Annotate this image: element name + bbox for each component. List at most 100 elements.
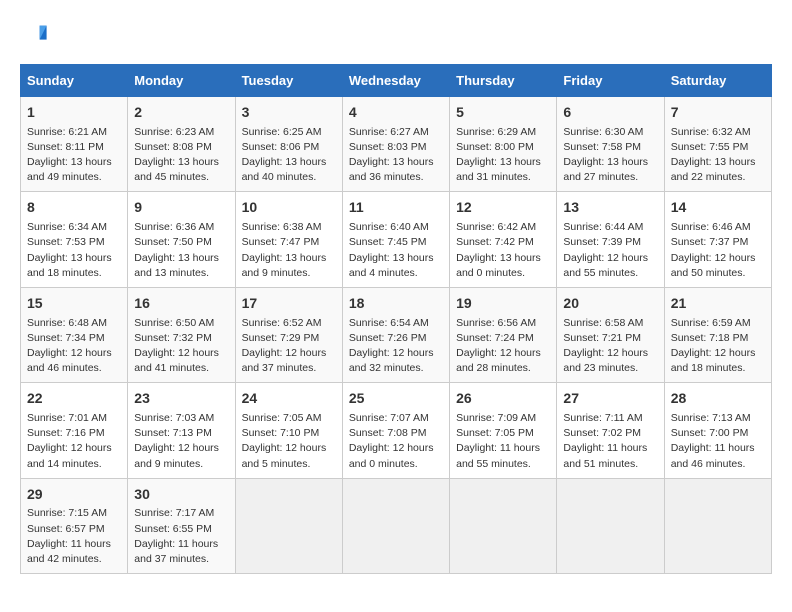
calendar-day-cell: 26Sunrise: 7:09 AM Sunset: 7:05 PM Dayli… [450, 383, 557, 478]
logo-icon [20, 20, 48, 48]
day-info: Sunrise: 7:07 AM Sunset: 7:08 PM Dayligh… [349, 411, 443, 472]
calendar-day-cell: 23Sunrise: 7:03 AM Sunset: 7:13 PM Dayli… [128, 383, 235, 478]
day-info: Sunrise: 6:48 AM Sunset: 7:34 PM Dayligh… [27, 316, 121, 377]
calendar-day-cell: 17Sunrise: 6:52 AM Sunset: 7:29 PM Dayli… [235, 287, 342, 382]
calendar-day-cell: 29Sunrise: 7:15 AM Sunset: 6:57 PM Dayli… [21, 478, 128, 573]
calendar-day-cell: 5Sunrise: 6:29 AM Sunset: 8:00 PM Daylig… [450, 97, 557, 192]
calendar-day-cell [235, 478, 342, 573]
calendar-day-cell: 25Sunrise: 7:07 AM Sunset: 7:08 PM Dayli… [342, 383, 449, 478]
day-number: 6 [563, 103, 657, 123]
day-info: Sunrise: 7:01 AM Sunset: 7:16 PM Dayligh… [27, 411, 121, 472]
day-number: 13 [563, 198, 657, 218]
calendar-day-cell [557, 478, 664, 573]
day-info: Sunrise: 7:15 AM Sunset: 6:57 PM Dayligh… [27, 506, 121, 567]
day-info: Sunrise: 6:23 AM Sunset: 8:08 PM Dayligh… [134, 125, 228, 186]
day-number: 17 [242, 294, 336, 314]
day-number: 22 [27, 389, 121, 409]
calendar-table: SundayMondayTuesdayWednesdayThursdayFrid… [20, 64, 772, 574]
day-header-thursday: Thursday [450, 65, 557, 97]
day-header-monday: Monday [128, 65, 235, 97]
calendar-week-row: 1Sunrise: 6:21 AM Sunset: 8:11 PM Daylig… [21, 97, 772, 192]
day-info: Sunrise: 6:21 AM Sunset: 8:11 PM Dayligh… [27, 125, 121, 186]
calendar-week-row: 22Sunrise: 7:01 AM Sunset: 7:16 PM Dayli… [21, 383, 772, 478]
calendar-day-cell [664, 478, 771, 573]
day-number: 7 [671, 103, 765, 123]
calendar-day-cell: 22Sunrise: 7:01 AM Sunset: 7:16 PM Dayli… [21, 383, 128, 478]
day-number: 4 [349, 103, 443, 123]
calendar-header-row: SundayMondayTuesdayWednesdayThursdayFrid… [21, 65, 772, 97]
day-info: Sunrise: 6:34 AM Sunset: 7:53 PM Dayligh… [27, 220, 121, 281]
day-number: 27 [563, 389, 657, 409]
day-number: 24 [242, 389, 336, 409]
day-info: Sunrise: 6:58 AM Sunset: 7:21 PM Dayligh… [563, 316, 657, 377]
day-number: 18 [349, 294, 443, 314]
day-number: 1 [27, 103, 121, 123]
calendar-day-cell: 12Sunrise: 6:42 AM Sunset: 7:42 PM Dayli… [450, 192, 557, 287]
calendar-day-cell [450, 478, 557, 573]
day-number: 28 [671, 389, 765, 409]
day-info: Sunrise: 6:30 AM Sunset: 7:58 PM Dayligh… [563, 125, 657, 186]
calendar-day-cell: 24Sunrise: 7:05 AM Sunset: 7:10 PM Dayli… [235, 383, 342, 478]
calendar-day-cell: 16Sunrise: 6:50 AM Sunset: 7:32 PM Dayli… [128, 287, 235, 382]
calendar-day-cell: 3Sunrise: 6:25 AM Sunset: 8:06 PM Daylig… [235, 97, 342, 192]
page-header [20, 20, 772, 48]
calendar-day-cell [342, 478, 449, 573]
day-number: 2 [134, 103, 228, 123]
day-number: 3 [242, 103, 336, 123]
day-header-tuesday: Tuesday [235, 65, 342, 97]
calendar-day-cell: 20Sunrise: 6:58 AM Sunset: 7:21 PM Dayli… [557, 287, 664, 382]
day-header-saturday: Saturday [664, 65, 771, 97]
calendar-day-cell: 2Sunrise: 6:23 AM Sunset: 8:08 PM Daylig… [128, 97, 235, 192]
day-info: Sunrise: 7:09 AM Sunset: 7:05 PM Dayligh… [456, 411, 550, 472]
day-number: 8 [27, 198, 121, 218]
calendar-day-cell: 30Sunrise: 7:17 AM Sunset: 6:55 PM Dayli… [128, 478, 235, 573]
day-number: 9 [134, 198, 228, 218]
day-info: Sunrise: 6:27 AM Sunset: 8:03 PM Dayligh… [349, 125, 443, 186]
day-info: Sunrise: 7:03 AM Sunset: 7:13 PM Dayligh… [134, 411, 228, 472]
calendar-day-cell: 8Sunrise: 6:34 AM Sunset: 7:53 PM Daylig… [21, 192, 128, 287]
day-number: 23 [134, 389, 228, 409]
calendar-day-cell: 21Sunrise: 6:59 AM Sunset: 7:18 PM Dayli… [664, 287, 771, 382]
day-header-wednesday: Wednesday [342, 65, 449, 97]
logo [20, 20, 52, 48]
day-info: Sunrise: 6:40 AM Sunset: 7:45 PM Dayligh… [349, 220, 443, 281]
day-number: 5 [456, 103, 550, 123]
day-number: 16 [134, 294, 228, 314]
day-header-sunday: Sunday [21, 65, 128, 97]
calendar-day-cell: 14Sunrise: 6:46 AM Sunset: 7:37 PM Dayli… [664, 192, 771, 287]
day-info: Sunrise: 6:44 AM Sunset: 7:39 PM Dayligh… [563, 220, 657, 281]
calendar-day-cell: 10Sunrise: 6:38 AM Sunset: 7:47 PM Dayli… [235, 192, 342, 287]
day-number: 20 [563, 294, 657, 314]
calendar-week-row: 8Sunrise: 6:34 AM Sunset: 7:53 PM Daylig… [21, 192, 772, 287]
day-number: 15 [27, 294, 121, 314]
day-number: 29 [27, 485, 121, 505]
calendar-day-cell: 1Sunrise: 6:21 AM Sunset: 8:11 PM Daylig… [21, 97, 128, 192]
day-info: Sunrise: 7:13 AM Sunset: 7:00 PM Dayligh… [671, 411, 765, 472]
day-number: 14 [671, 198, 765, 218]
day-info: Sunrise: 6:42 AM Sunset: 7:42 PM Dayligh… [456, 220, 550, 281]
day-header-friday: Friday [557, 65, 664, 97]
day-info: Sunrise: 6:29 AM Sunset: 8:00 PM Dayligh… [456, 125, 550, 186]
calendar-week-row: 29Sunrise: 7:15 AM Sunset: 6:57 PM Dayli… [21, 478, 772, 573]
day-info: Sunrise: 6:56 AM Sunset: 7:24 PM Dayligh… [456, 316, 550, 377]
calendar-week-row: 15Sunrise: 6:48 AM Sunset: 7:34 PM Dayli… [21, 287, 772, 382]
calendar-day-cell: 4Sunrise: 6:27 AM Sunset: 8:03 PM Daylig… [342, 97, 449, 192]
day-number: 30 [134, 485, 228, 505]
day-number: 26 [456, 389, 550, 409]
calendar-day-cell: 15Sunrise: 6:48 AM Sunset: 7:34 PM Dayli… [21, 287, 128, 382]
day-info: Sunrise: 7:05 AM Sunset: 7:10 PM Dayligh… [242, 411, 336, 472]
day-info: Sunrise: 6:38 AM Sunset: 7:47 PM Dayligh… [242, 220, 336, 281]
calendar-day-cell: 9Sunrise: 6:36 AM Sunset: 7:50 PM Daylig… [128, 192, 235, 287]
day-info: Sunrise: 7:11 AM Sunset: 7:02 PM Dayligh… [563, 411, 657, 472]
calendar-day-cell: 6Sunrise: 6:30 AM Sunset: 7:58 PM Daylig… [557, 97, 664, 192]
calendar-day-cell: 11Sunrise: 6:40 AM Sunset: 7:45 PM Dayli… [342, 192, 449, 287]
day-info: Sunrise: 6:36 AM Sunset: 7:50 PM Dayligh… [134, 220, 228, 281]
calendar-day-cell: 7Sunrise: 6:32 AM Sunset: 7:55 PM Daylig… [664, 97, 771, 192]
calendar-day-cell: 19Sunrise: 6:56 AM Sunset: 7:24 PM Dayli… [450, 287, 557, 382]
day-info: Sunrise: 6:52 AM Sunset: 7:29 PM Dayligh… [242, 316, 336, 377]
calendar-day-cell: 13Sunrise: 6:44 AM Sunset: 7:39 PM Dayli… [557, 192, 664, 287]
day-number: 25 [349, 389, 443, 409]
day-info: Sunrise: 6:32 AM Sunset: 7:55 PM Dayligh… [671, 125, 765, 186]
day-number: 11 [349, 198, 443, 218]
day-info: Sunrise: 6:46 AM Sunset: 7:37 PM Dayligh… [671, 220, 765, 281]
